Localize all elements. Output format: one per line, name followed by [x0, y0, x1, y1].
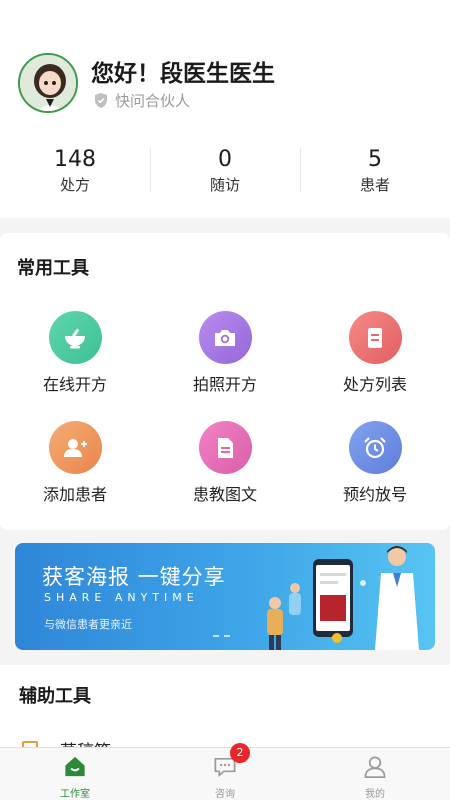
tool-icon-bg	[348, 311, 402, 364]
tab-label: 工作室	[60, 789, 90, 800]
tool-icon-bg	[48, 421, 102, 474]
tool-photo-prescription[interactable]: 拍照开方	[150, 311, 300, 421]
add-user-icon	[64, 438, 87, 457]
tool-icon-bg	[198, 421, 252, 474]
partner-role-label: 快问合伙人	[115, 92, 191, 110]
tool-appointment-slots[interactable]: 预约放号	[300, 421, 450, 531]
alarm-clock-icon	[364, 436, 386, 458]
stat-label: 患者	[359, 176, 390, 194]
tab-label: 我的	[365, 789, 385, 800]
mortar-icon	[65, 328, 85, 348]
banner-illustration	[267, 546, 419, 650]
banner-pagination	[213, 635, 230, 637]
avatar-image	[20, 55, 76, 111]
stat-value: 5	[368, 147, 382, 172]
stat-value: 0	[218, 147, 232, 172]
stat-patients[interactable]: 5 患者	[300, 146, 450, 198]
banner-subtitle: SHARE ANYTIME	[44, 591, 199, 604]
tool-label: 拍照开方	[192, 375, 257, 394]
unread-badge: 2	[230, 743, 250, 763]
poster-share-banner[interactable]: 获客海报 一键分享 SHARE ANYTIME 与微信患者更亲近	[15, 543, 435, 650]
stat-label: 处方	[59, 176, 90, 194]
tool-icon-bg	[348, 421, 402, 474]
partner-role: 快问合伙人	[93, 90, 190, 111]
stat-prescriptions[interactable]: 148 处方	[0, 146, 150, 198]
shield-icon	[95, 93, 107, 108]
profile-header: 您好！段医生医生 快问合伙人 148 处方 0 随访 5 患者	[0, 0, 450, 218]
tool-icon-bg	[198, 311, 252, 364]
tool-label: 患教图文	[192, 485, 257, 504]
tool-label: 处方列表	[342, 375, 407, 394]
common-tools-card: 常用工具 在线开方 拍照开方 处方列表 添加患者 患教图文 预约放号	[0, 233, 450, 530]
camera-icon	[215, 329, 235, 346]
tool-label: 预约放号	[342, 485, 407, 504]
aux-tools-title: 辅助工具	[19, 686, 91, 707]
tab-label: 咨询	[215, 789, 235, 800]
stat-followups[interactable]: 0 随访	[150, 146, 300, 198]
tool-label: 在线开方	[42, 375, 107, 394]
stat-label: 随访	[209, 176, 240, 194]
tool-patient-education[interactable]: 患教图文	[150, 421, 300, 531]
profile-icon	[364, 756, 386, 778]
banner-title: 获客海报 一键分享	[42, 565, 226, 589]
bottom-tab-bar: 工作室 2 咨询 我的	[0, 743, 450, 800]
file-icon	[218, 437, 233, 458]
tab-consult[interactable]: 2 咨询	[150, 743, 300, 800]
tools-grid: 在线开方 拍照开方 处方列表 添加患者 患教图文 预约放号	[0, 311, 450, 531]
tab-mine[interactable]: 我的	[300, 748, 450, 800]
greeting-text: 您好！段医生医生	[91, 61, 275, 87]
tool-online-prescription[interactable]: 在线开方	[0, 311, 150, 421]
tab-workroom[interactable]: 工作室	[0, 748, 150, 800]
tool-add-patient[interactable]: 添加患者	[0, 421, 150, 531]
home-icon	[65, 756, 85, 777]
tool-icon-bg	[48, 311, 102, 364]
document-icon	[368, 327, 382, 348]
common-tools-title: 常用工具	[17, 258, 89, 279]
avatar[interactable]	[18, 53, 78, 113]
banner-description: 与微信患者更亲近	[44, 618, 132, 631]
tool-label: 添加患者	[42, 485, 107, 504]
stat-value: 148	[54, 147, 96, 172]
stats-row: 148 处方 0 随访 5 患者	[0, 146, 450, 198]
tool-prescription-list[interactable]: 处方列表	[300, 311, 450, 421]
